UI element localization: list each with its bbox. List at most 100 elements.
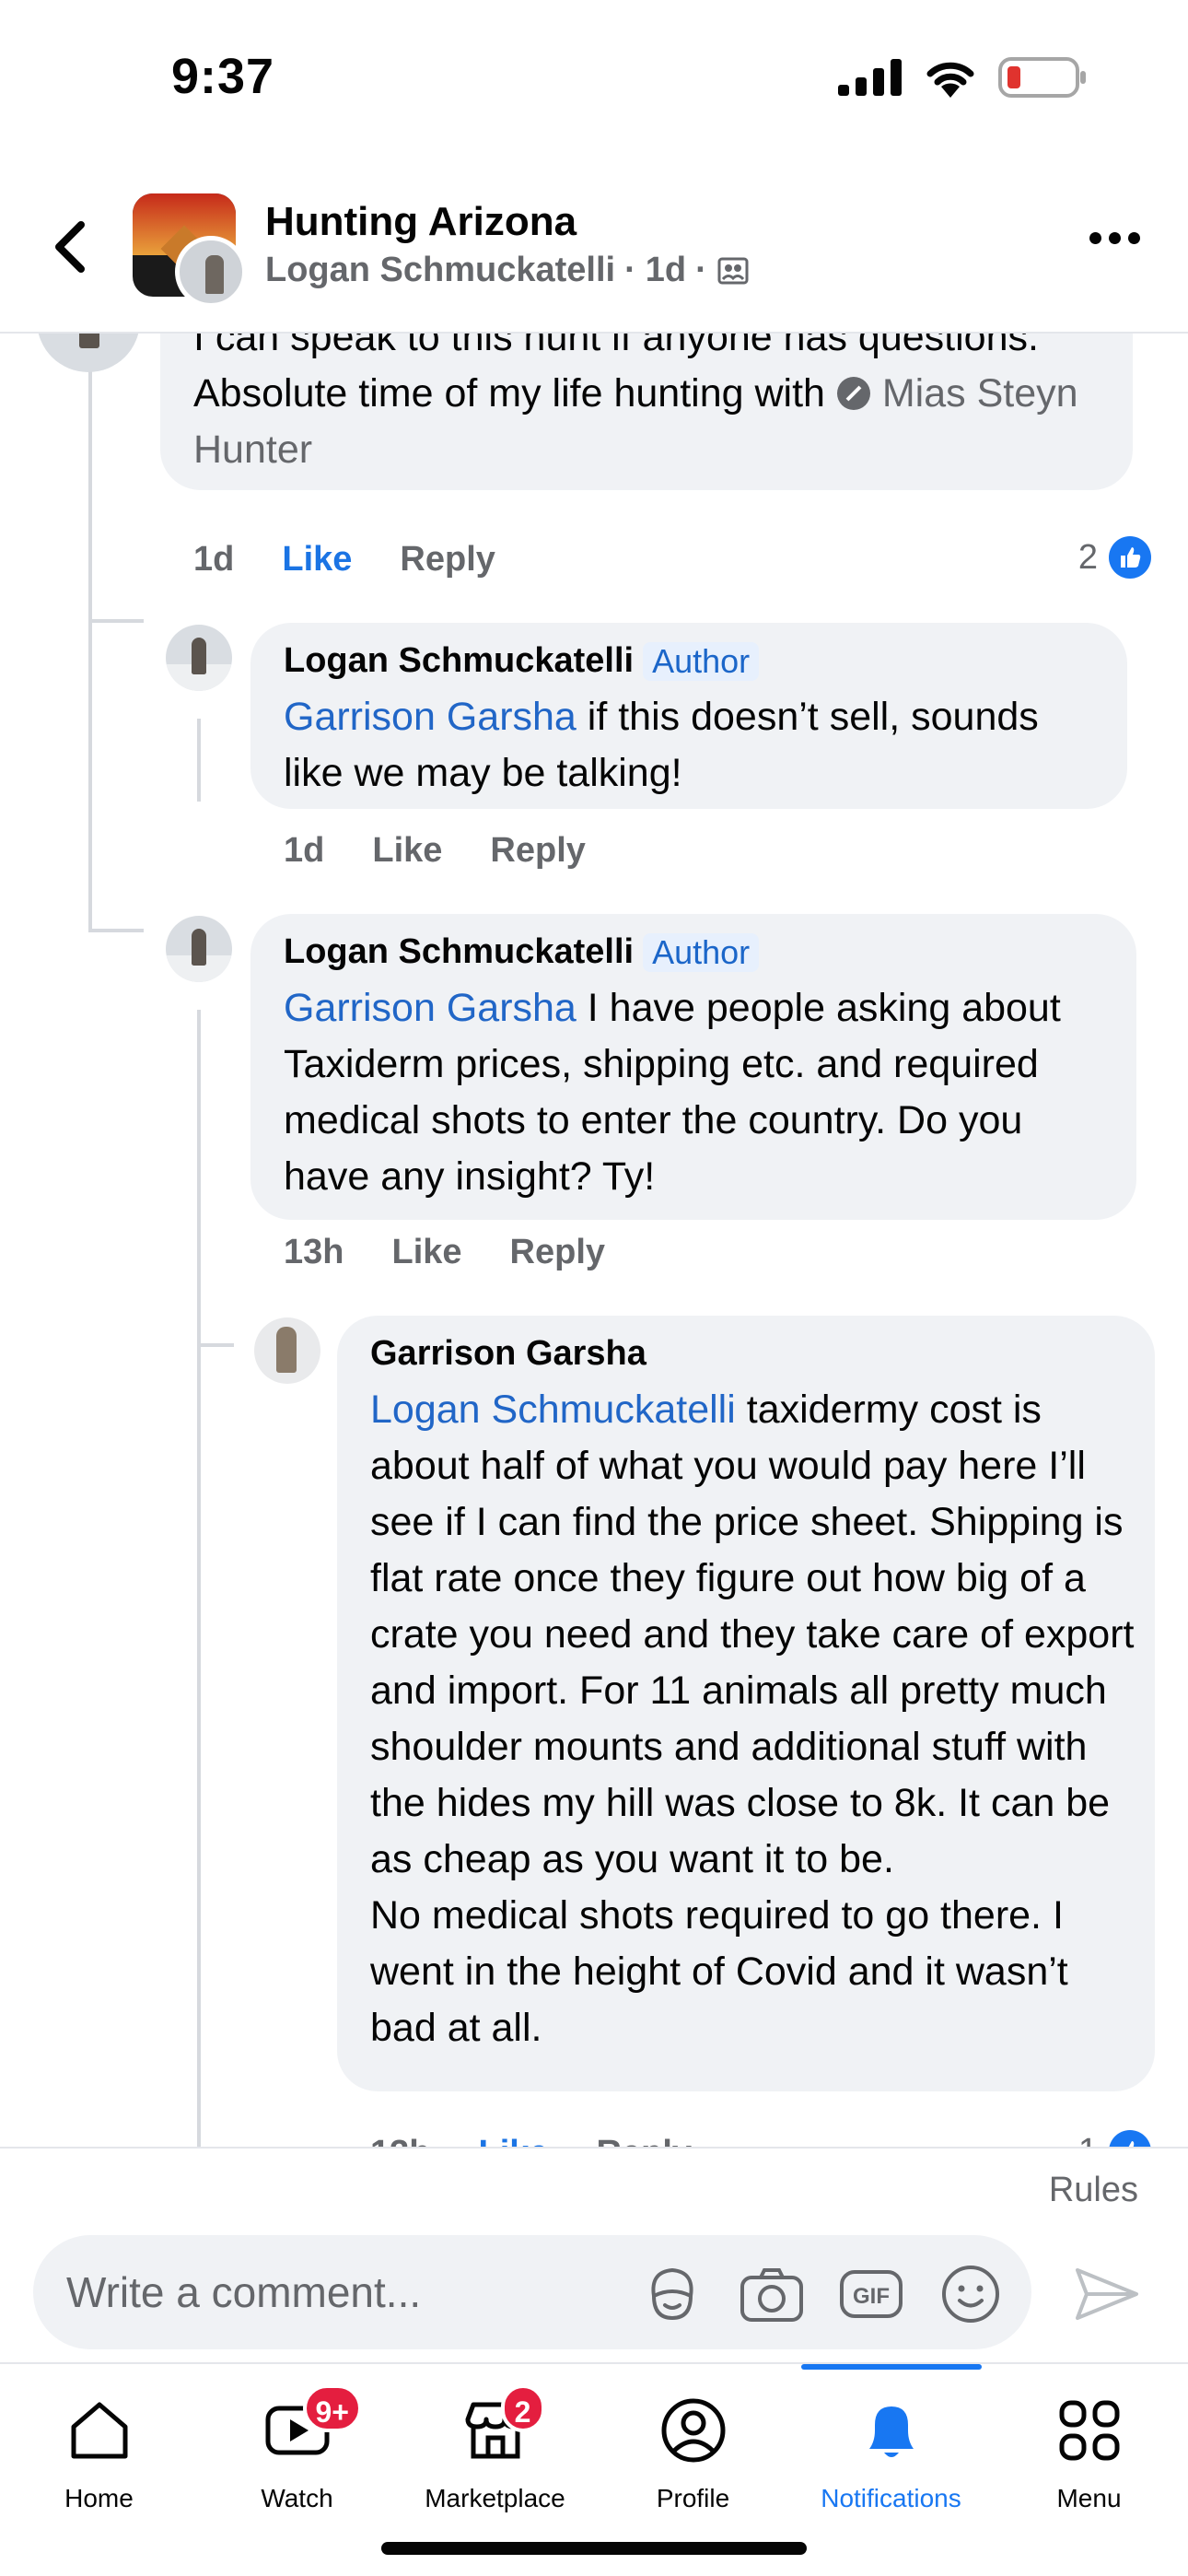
thread-connector: [197, 1343, 234, 1347]
author-name[interactable]: Garrison Garsha: [370, 1334, 646, 1374]
comment-input-container[interactable]: GIF: [33, 2235, 1031, 2349]
commenter-avatar[interactable]: [254, 1317, 320, 1384]
comment-time[interactable]: 1d: [193, 540, 234, 580]
tab-menu[interactable]: Menu: [990, 2364, 1188, 2530]
composer-actions: GIF: [639, 2261, 1004, 2327]
tab-label: Marketplace: [425, 2484, 565, 2512]
mention-link[interactable]: Logan Schmuckatelli: [370, 1388, 736, 1432]
comment-text: Garrison Garsha I have people asking abo…: [284, 980, 1112, 1205]
svg-text:GIF: GIF: [853, 2284, 890, 2309]
thumbs-up-icon: [1109, 2130, 1151, 2147]
commenter-avatar[interactable]: [37, 334, 140, 372]
verified-profile-icon: [836, 377, 870, 410]
profile-icon: [653, 2390, 734, 2471]
comment-text: Garrison Garsha if this doesn’t sell, so…: [284, 689, 1103, 802]
tab-label: Profile: [656, 2484, 730, 2512]
comment-time[interactable]: 1d: [284, 831, 324, 871]
post-meta: Logan Schmuckatelli · 1d ·: [265, 251, 750, 290]
post-age[interactable]: 1d: [646, 251, 686, 290]
home-indicator[interactable]: [381, 2542, 807, 2555]
status-icons: [838, 57, 1087, 98]
home-icon: [59, 2390, 140, 2471]
author-name[interactable]: Logan Schmuckatelli: [284, 932, 634, 972]
author-badge: Author: [643, 932, 760, 972]
thread-line: [88, 334, 92, 932]
status-bar: 9:37: [0, 0, 1188, 157]
camera-icon[interactable]: [739, 2261, 805, 2327]
reply-button[interactable]: Reply: [490, 831, 585, 871]
comment-author[interactable]: Logan Schmuckatelli Author: [284, 932, 760, 972]
author-badge: Author: [643, 641, 760, 681]
like-button[interactable]: Like: [478, 2134, 548, 2147]
tab-label: Watch: [261, 2484, 333, 2512]
thread-connector: [88, 929, 144, 932]
comment-time[interactable]: 13h: [370, 2134, 430, 2147]
dot-icon: [1089, 232, 1101, 244]
chevron-left-icon: [55, 221, 85, 273]
tab-marketplace[interactable]: 2 Marketplace: [396, 2364, 594, 2530]
meta-separator: ·: [695, 251, 707, 289]
post-author[interactable]: Logan Schmuckatelli: [265, 251, 615, 290]
tab-label: Home: [64, 2484, 134, 2512]
comment-thread[interactable]: I can speak to this hunt if anyone has q…: [0, 334, 1188, 2147]
comment-text: I can speak to this hunt if anyone has q…: [193, 334, 1078, 472]
author-name[interactable]: Logan Schmuckatelli: [284, 641, 634, 681]
comment-bubble: Logan Schmuckatelli Author Garrison Gars…: [250, 623, 1127, 809]
mention-link[interactable]: Garrison Garsha: [284, 986, 577, 1030]
thread-line: [197, 1010, 201, 2147]
author-avatar[interactable]: [175, 236, 247, 308]
comment-input[interactable]: [66, 2263, 619, 2322]
rules-link[interactable]: Rules: [1049, 2171, 1138, 2210]
signal-icon: [838, 59, 902, 96]
comment-bubble: Logan Schmuckatelli Author Garrison Gars…: [250, 914, 1136, 1220]
bell-icon: [851, 2390, 932, 2471]
thumbs-up-icon: [1109, 536, 1151, 579]
watch-icon: 9+: [257, 2384, 362, 2471]
comment-author[interactable]: Garrison Garsha: [370, 1334, 646, 1374]
battery-icon: [998, 57, 1086, 98]
tab-watch[interactable]: 9+ Watch: [198, 2364, 396, 2530]
comment-body-continued: No medical shots required to go there. I…: [370, 1893, 1068, 2050]
members-audience-icon: [717, 257, 749, 284]
watch-badge: 9+: [302, 2384, 362, 2432]
reply-button[interactable]: Reply: [400, 540, 495, 580]
thread-connector: [88, 619, 144, 623]
reply-button[interactable]: Reply: [597, 2134, 692, 2147]
tab-profile[interactable]: Profile: [594, 2364, 792, 2530]
comment-author[interactable]: Logan Schmuckatelli Author: [284, 641, 760, 681]
menu-grid-icon: [1049, 2390, 1130, 2471]
emoji-icon[interactable]: [938, 2261, 1004, 2327]
commenter-avatar[interactable]: [166, 625, 232, 691]
comment-actions: 13h Like Reply: [284, 1233, 605, 1272]
comment-actions: 13h Like Reply: [370, 2134, 692, 2147]
like-button[interactable]: Like: [282, 540, 352, 580]
avatar-sticker-icon[interactable]: [639, 2261, 705, 2327]
more-options-button[interactable]: [1089, 232, 1140, 244]
tab-label: Menu: [1056, 2484, 1122, 2512]
tab-home[interactable]: Home: [0, 2364, 198, 2530]
send-button[interactable]: [1070, 2257, 1144, 2331]
commenter-avatar[interactable]: [166, 916, 232, 982]
mention-link[interactable]: Garrison Garsha: [284, 695, 577, 739]
reply-button[interactable]: Reply: [510, 1233, 605, 1272]
tab-notifications[interactable]: Notifications: [792, 2364, 990, 2530]
gif-icon[interactable]: GIF: [838, 2261, 904, 2327]
dot-icon: [1128, 232, 1140, 244]
back-button[interactable]: [42, 210, 98, 284]
meta-separator: ·: [624, 251, 636, 289]
comment-actions: 1d Like Reply: [193, 540, 495, 580]
reaction-number: 2: [1077, 537, 1098, 577]
group-name[interactable]: Hunting Arizona: [265, 199, 577, 245]
reaction-count[interactable]: 2: [1078, 536, 1151, 579]
reaction-count[interactable]: 1: [1078, 2130, 1151, 2147]
comment-body: taxidermy cost is about half of what you…: [370, 1388, 1135, 1881]
like-button[interactable]: Like: [391, 1233, 461, 1272]
comment-text: Logan Schmuckatelli taxidermy cost is ab…: [370, 1382, 1135, 2056]
wifi-icon: [926, 62, 974, 98]
status-time: 9:37: [171, 49, 275, 104]
comment-bubble: Garrison Garsha Logan Schmuckatelli taxi…: [337, 1316, 1155, 2091]
post-header: Hunting Arizona Logan Schmuckatelli · 1d…: [0, 175, 1188, 334]
like-button[interactable]: Like: [372, 831, 442, 871]
tab-label: Notifications: [821, 2484, 961, 2512]
comment-time[interactable]: 13h: [284, 1233, 344, 1272]
